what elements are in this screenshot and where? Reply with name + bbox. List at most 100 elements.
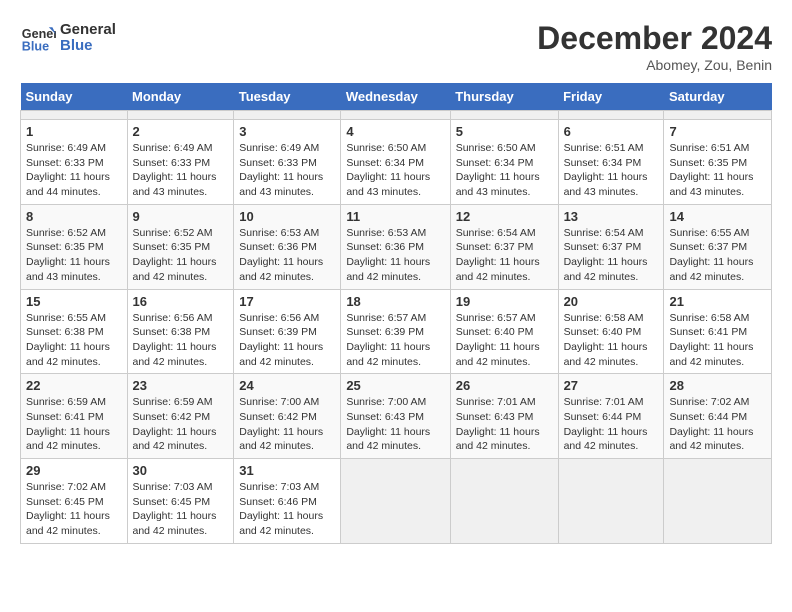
cell-5-0: 29 Sunrise: 7:02 AMSunset: 6:45 PMDayligh… bbox=[21, 459, 128, 544]
day-info: Sunrise: 6:54 AMSunset: 6:37 PMDaylight:… bbox=[456, 226, 553, 285]
day-info: Sunrise: 6:49 AMSunset: 6:33 PMDaylight:… bbox=[26, 141, 122, 200]
cell-2-2: 10Sunrise: 6:53 AMSunset: 6:36 PMDayligh… bbox=[234, 204, 341, 289]
day-number: 2 bbox=[133, 124, 229, 139]
day-number: 24 bbox=[239, 378, 335, 393]
day-number: 9 bbox=[133, 209, 229, 224]
day-number: 28 bbox=[669, 378, 766, 393]
day-info: Sunrise: 6:53 AMSunset: 6:36 PMDaylight:… bbox=[346, 226, 444, 285]
day-number: 12 bbox=[456, 209, 553, 224]
logo-icon: General Blue bbox=[20, 20, 56, 56]
cell-4-0: 22Sunrise: 6:59 AMSunset: 6:41 PMDayligh… bbox=[21, 374, 128, 459]
cell-4-3: 25 Sunrise: 7:00 AMSunset: 6:43 PMDayligh… bbox=[341, 374, 450, 459]
day-number: 4 bbox=[346, 124, 444, 139]
day-info: Sunrise: 6:58 AMSunset: 6:40 PMDaylight:… bbox=[564, 311, 659, 370]
cell-5-1: 30Sunrise: 7:03 AMSunset: 6:45 PMDayligh… bbox=[127, 459, 234, 544]
subtitle: Abomey, Zou, Benin bbox=[537, 57, 772, 73]
header-row: Sunday Monday Tuesday Wednesday Thursday… bbox=[21, 83, 772, 111]
day-info: Sunrise: 6:50 AMSunset: 6:34 PMDaylight:… bbox=[346, 141, 444, 200]
cell-1-2: 3Sunrise: 6:49 AMSunset: 6:33 PMDaylight… bbox=[234, 120, 341, 205]
cell-3-0: 15 Sunrise: 6:55 AMSunset: 6:38 PMDayligh… bbox=[21, 289, 128, 374]
cell-5-4 bbox=[450, 459, 558, 544]
day-info: Sunrise: 6:58 AMSunset: 6:41 PMDaylight:… bbox=[669, 311, 766, 370]
col-sunday: Sunday bbox=[21, 83, 128, 111]
cell-0-1 bbox=[127, 111, 234, 120]
day-info: Sunrise: 6:51 AMSunset: 6:34 PMDaylight:… bbox=[564, 141, 659, 200]
day-number: 7 bbox=[669, 124, 766, 139]
day-number: 26 bbox=[456, 378, 553, 393]
cell-4-6: 28 Sunrise: 7:02 AMSunset: 6:44 PMDayligh… bbox=[664, 374, 772, 459]
day-number: 1 bbox=[26, 124, 122, 139]
cell-4-5: 27Sunrise: 7:01 AMSunset: 6:44 PMDayligh… bbox=[558, 374, 664, 459]
day-info: Sunrise: 7:02 AMSunset: 6:45 PMDaylight:… bbox=[26, 480, 122, 539]
day-number: 21 bbox=[669, 294, 766, 309]
day-info: Sunrise: 6:49 AMSunset: 6:33 PMDaylight:… bbox=[133, 141, 229, 200]
week-row-4: 22Sunrise: 6:59 AMSunset: 6:41 PMDayligh… bbox=[21, 374, 772, 459]
day-info: Sunrise: 6:52 AMSunset: 6:35 PMDaylight:… bbox=[133, 226, 229, 285]
day-info: Sunrise: 6:53 AMSunset: 6:36 PMDaylight:… bbox=[239, 226, 335, 285]
cell-1-0: 1 Sunrise: 6:49 AMSunset: 6:33 PMDaylight… bbox=[21, 120, 128, 205]
cell-2-5: 13Sunrise: 6:54 AMSunset: 6:37 PMDayligh… bbox=[558, 204, 664, 289]
day-info: Sunrise: 7:03 AMSunset: 6:46 PMDaylight:… bbox=[239, 480, 335, 539]
logo-text-general: General bbox=[60, 22, 116, 39]
day-number: 20 bbox=[564, 294, 659, 309]
day-info: Sunrise: 6:52 AMSunset: 6:35 PMDaylight:… bbox=[26, 226, 122, 285]
day-number: 18 bbox=[346, 294, 444, 309]
day-info: Sunrise: 7:00 AMSunset: 6:43 PMDaylight:… bbox=[346, 395, 444, 454]
cell-0-2 bbox=[234, 111, 341, 120]
col-tuesday: Tuesday bbox=[234, 83, 341, 111]
day-number: 16 bbox=[133, 294, 229, 309]
day-info: Sunrise: 6:51 AMSunset: 6:35 PMDaylight:… bbox=[669, 141, 766, 200]
cell-5-2: 31 Sunrise: 7:03 AMSunset: 6:46 PMDayligh… bbox=[234, 459, 341, 544]
calendar-table: Sunday Monday Tuesday Wednesday Thursday… bbox=[20, 83, 772, 544]
cell-5-5 bbox=[558, 459, 664, 544]
col-thursday: Thursday bbox=[450, 83, 558, 111]
cell-4-4: 26Sunrise: 7:01 AMSunset: 6:43 PMDayligh… bbox=[450, 374, 558, 459]
day-info: Sunrise: 7:02 AMSunset: 6:44 PMDaylight:… bbox=[669, 395, 766, 454]
cell-3-5: 20 Sunrise: 6:58 AMSunset: 6:40 PMDayligh… bbox=[558, 289, 664, 374]
main-title: December 2024 bbox=[537, 20, 772, 57]
cell-1-3: 4 Sunrise: 6:50 AMSunset: 6:34 PMDaylight… bbox=[341, 120, 450, 205]
col-friday: Friday bbox=[558, 83, 664, 111]
day-number: 14 bbox=[669, 209, 766, 224]
cell-5-6 bbox=[664, 459, 772, 544]
cell-0-6 bbox=[664, 111, 772, 120]
day-number: 27 bbox=[564, 378, 659, 393]
week-row-5: 29 Sunrise: 7:02 AMSunset: 6:45 PMDayligh… bbox=[21, 459, 772, 544]
day-number: 15 bbox=[26, 294, 122, 309]
day-info: Sunrise: 6:56 AMSunset: 6:39 PMDaylight:… bbox=[239, 311, 335, 370]
cell-2-6: 14 Sunrise: 6:55 AMSunset: 6:37 PMDayligh… bbox=[664, 204, 772, 289]
col-monday: Monday bbox=[127, 83, 234, 111]
cell-2-4: 12 Sunrise: 6:54 AMSunset: 6:37 PMDayligh… bbox=[450, 204, 558, 289]
day-number: 11 bbox=[346, 209, 444, 224]
day-info: Sunrise: 6:59 AMSunset: 6:41 PMDaylight:… bbox=[26, 395, 122, 454]
cell-0-4 bbox=[450, 111, 558, 120]
cell-3-6: 21 Sunrise: 6:58 AMSunset: 6:41 PMDayligh… bbox=[664, 289, 772, 374]
cell-1-5: 6 Sunrise: 6:51 AMSunset: 6:34 PMDaylight… bbox=[558, 120, 664, 205]
cell-4-2: 24 Sunrise: 7:00 AMSunset: 6:42 PMDayligh… bbox=[234, 374, 341, 459]
day-info: Sunrise: 6:57 AMSunset: 6:40 PMDaylight:… bbox=[456, 311, 553, 370]
day-info: Sunrise: 7:03 AMSunset: 6:45 PMDaylight:… bbox=[133, 480, 229, 539]
day-number: 25 bbox=[346, 378, 444, 393]
svg-text:Blue: Blue bbox=[22, 40, 49, 54]
day-number: 19 bbox=[456, 294, 553, 309]
cell-3-4: 19 Sunrise: 6:57 AMSunset: 6:40 PMDayligh… bbox=[450, 289, 558, 374]
day-info: Sunrise: 6:49 AMSunset: 6:33 PMDaylight:… bbox=[239, 141, 335, 200]
day-number: 29 bbox=[26, 463, 122, 478]
day-number: 8 bbox=[26, 209, 122, 224]
cell-5-3 bbox=[341, 459, 450, 544]
day-info: Sunrise: 6:54 AMSunset: 6:37 PMDaylight:… bbox=[564, 226, 659, 285]
week-row-1: 1 Sunrise: 6:49 AMSunset: 6:33 PMDaylight… bbox=[21, 120, 772, 205]
day-info: Sunrise: 6:55 AMSunset: 6:37 PMDaylight:… bbox=[669, 226, 766, 285]
cell-0-0 bbox=[21, 111, 128, 120]
cell-2-1: 9 Sunrise: 6:52 AMSunset: 6:35 PMDaylight… bbox=[127, 204, 234, 289]
logo: General Blue General Blue bbox=[20, 20, 116, 56]
day-info: Sunrise: 6:59 AMSunset: 6:42 PMDaylight:… bbox=[133, 395, 229, 454]
cell-1-1: 2 Sunrise: 6:49 AMSunset: 6:33 PMDaylight… bbox=[127, 120, 234, 205]
day-number: 6 bbox=[564, 124, 659, 139]
cell-0-5 bbox=[558, 111, 664, 120]
day-number: 31 bbox=[239, 463, 335, 478]
day-info: Sunrise: 6:55 AMSunset: 6:38 PMDaylight:… bbox=[26, 311, 122, 370]
col-saturday: Saturday bbox=[664, 83, 772, 111]
day-info: Sunrise: 7:00 AMSunset: 6:42 PMDaylight:… bbox=[239, 395, 335, 454]
day-number: 17 bbox=[239, 294, 335, 309]
